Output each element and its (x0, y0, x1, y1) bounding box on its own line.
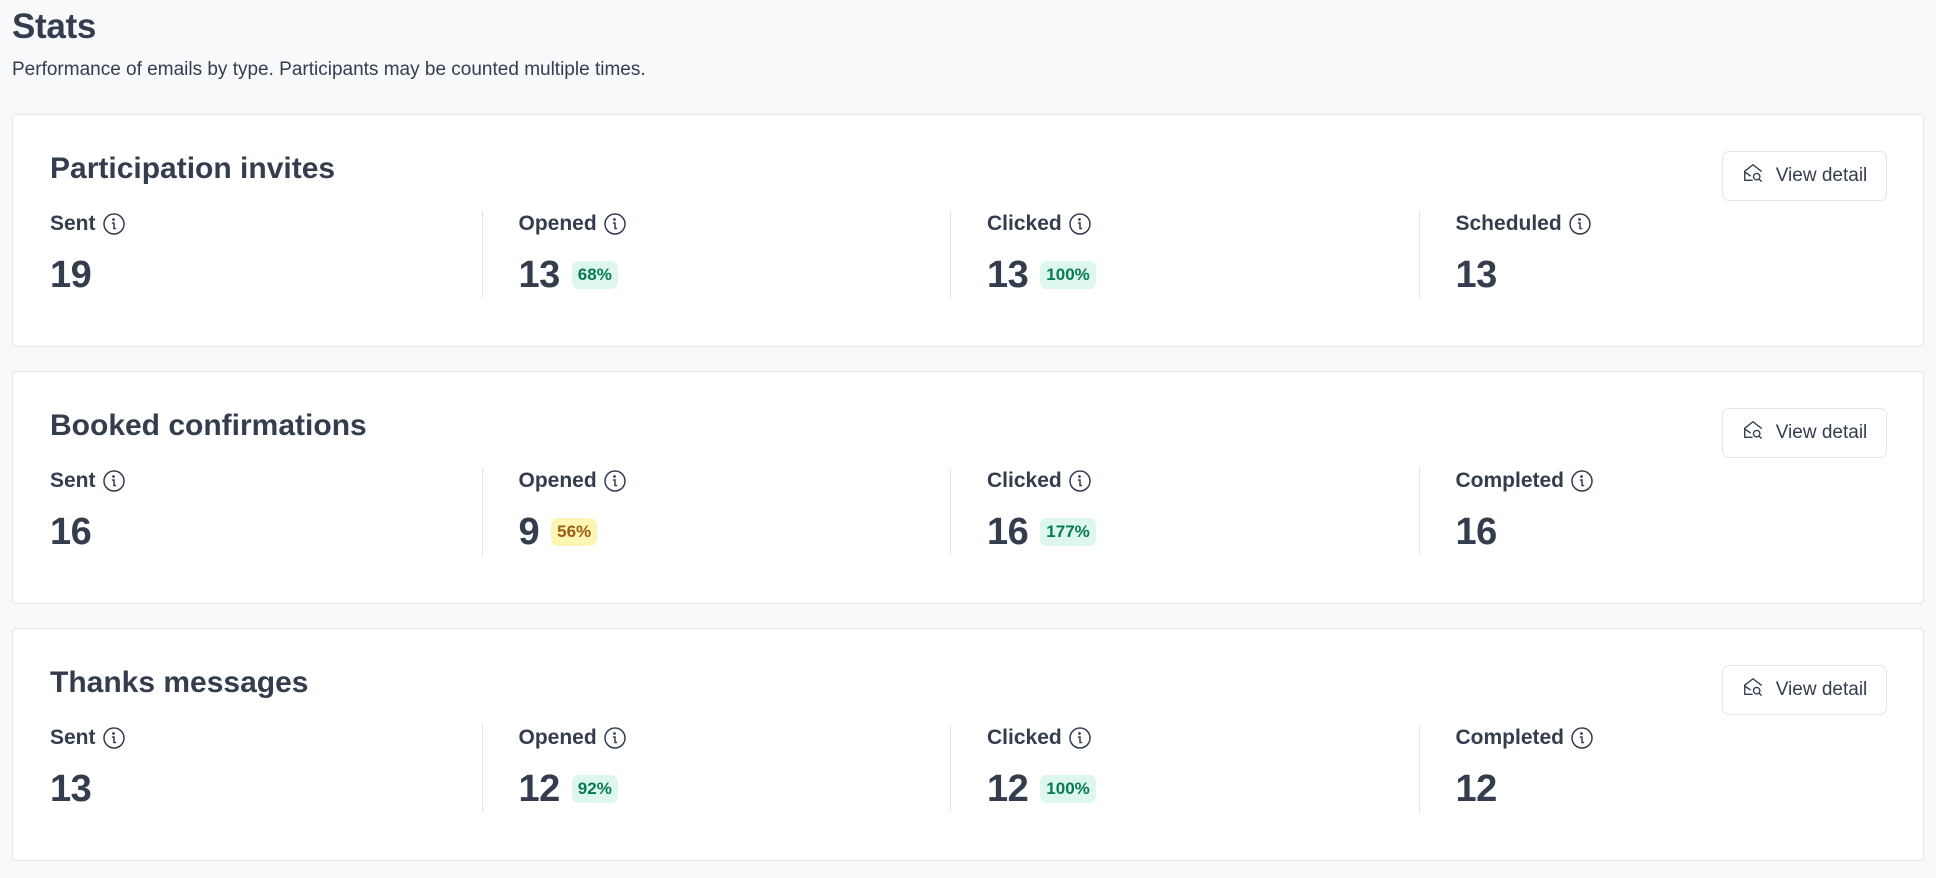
rate-badge: 177% (1040, 518, 1096, 546)
metric-completed: Completed 12 (1418, 725, 1888, 812)
info-icon[interactable] (603, 726, 627, 750)
card-title: Participation invites (50, 152, 336, 185)
rate-badge: 92% (571, 775, 618, 803)
metric-value: 16 (50, 511, 92, 553)
view-detail-label: View detail (1775, 679, 1868, 700)
info-icon[interactable] (603, 469, 627, 493)
metric-opened: Opened 9 56% (481, 468, 951, 555)
envelope-search-icon (1742, 419, 1764, 447)
metric-label: Opened (518, 469, 597, 492)
metric-label: Opened (518, 726, 597, 749)
info-icon[interactable] (1570, 726, 1594, 750)
stats-card-thanks-messages: Thanks messages View detail Sent 13 Open… (12, 628, 1924, 861)
card-title: Booked confirmations (50, 409, 367, 442)
metric-value: 12 (987, 768, 1029, 810)
metric-label: Sent (50, 726, 96, 749)
info-icon[interactable] (1570, 469, 1594, 493)
metric-value: 13 (518, 254, 561, 296)
info-icon[interactable] (1068, 726, 1092, 750)
metric-label: Completed (1455, 469, 1565, 492)
info-icon[interactable] (1568, 212, 1592, 236)
view-detail-label: View detail (1775, 165, 1868, 186)
envelope-search-icon (1742, 162, 1764, 190)
metric-sent: Sent 19 (50, 211, 482, 298)
metric-label: Completed (1455, 726, 1565, 749)
metric-scheduled: Scheduled 13 (1418, 211, 1888, 298)
envelope-search-icon (1742, 676, 1764, 704)
card-title: Thanks messages (50, 666, 309, 699)
stats-card-booked-confirmations: Booked confirmations View detail Sent 16… (12, 371, 1924, 604)
metric-value: 12 (1455, 768, 1498, 810)
metric-label: Opened (518, 212, 597, 235)
metric-value: 19 (50, 254, 92, 296)
stats-card-participation-invites: Participation invites View detail Sent 1… (12, 114, 1924, 347)
metrics-row: Sent 16 Opened 9 56% Clicked 16 177% Compl… (50, 468, 1887, 555)
metric-value: 13 (1455, 254, 1498, 296)
metric-value: 16 (987, 511, 1029, 553)
metric-label: Clicked (987, 469, 1062, 492)
metric-label: Scheduled (1455, 212, 1562, 235)
metric-clicked: Clicked 16 177% (950, 468, 1419, 555)
metric-opened: Opened 13 68% (481, 211, 951, 298)
view-detail-button[interactable]: View detail (1722, 665, 1887, 715)
metric-label: Sent (50, 212, 96, 235)
metric-value: 12 (518, 768, 561, 810)
rate-badge: 100% (1040, 261, 1096, 289)
stats-page: Stats Performance of emails by type. Par… (0, 0, 1936, 861)
rate-badge: 100% (1040, 775, 1096, 803)
info-icon[interactable] (1068, 212, 1092, 236)
metrics-row: Sent 19 Opened 13 68% Clicked 13 100% Sche… (50, 211, 1887, 298)
metric-label: Clicked (987, 212, 1062, 235)
view-detail-button[interactable]: View detail (1722, 408, 1887, 458)
page-subtitle: Performance of emails by type. Participa… (12, 59, 646, 80)
metric-value: 9 (518, 511, 540, 553)
metric-sent: Sent 13 (50, 725, 482, 812)
view-detail-button[interactable]: View detail (1722, 151, 1887, 201)
stats-cards: Participation invites View detail Sent 1… (12, 114, 1924, 861)
info-icon[interactable] (1068, 469, 1092, 493)
metric-sent: Sent 16 (50, 468, 482, 555)
metric-label: Sent (50, 469, 96, 492)
metric-value: 13 (987, 254, 1029, 296)
info-icon[interactable] (102, 212, 126, 236)
metric-label: Clicked (987, 726, 1062, 749)
rate-badge: 56% (551, 518, 598, 546)
metric-value: 16 (1455, 511, 1498, 553)
rate-badge: 68% (571, 261, 618, 289)
metric-opened: Opened 12 92% (481, 725, 951, 812)
page-title: Stats (12, 7, 97, 46)
info-icon[interactable] (102, 469, 126, 493)
metric-clicked: Clicked 13 100% (950, 211, 1419, 298)
metrics-row: Sent 13 Opened 12 92% Clicked 12 100% Comp… (50, 725, 1887, 812)
metric-value: 13 (50, 768, 92, 810)
metric-clicked: Clicked 12 100% (950, 725, 1419, 812)
metric-completed: Completed 16 (1418, 468, 1888, 555)
info-icon[interactable] (102, 726, 126, 750)
view-detail-label: View detail (1775, 422, 1868, 443)
info-icon[interactable] (603, 212, 627, 236)
